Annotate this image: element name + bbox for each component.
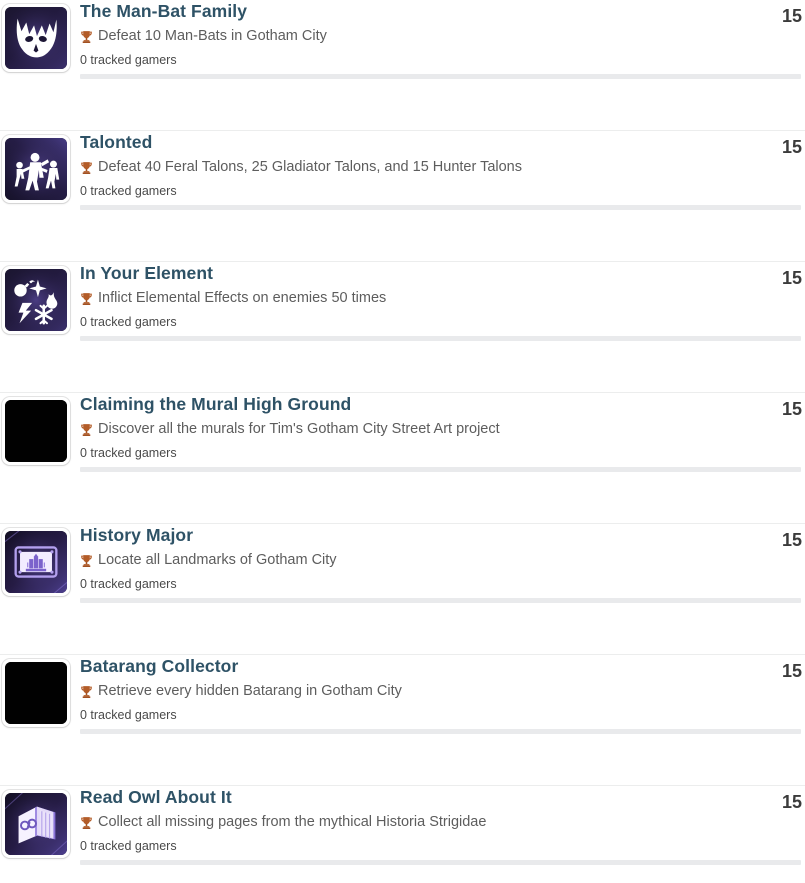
achievement-description: Inflict Elemental Effects on enemies 50 …	[98, 290, 387, 306]
achievement-list: The Man-Bat Family Defeat 10 Man-Bats in…	[0, 0, 805, 883]
achievement-description-row: Defeat 40 Feral Talons, 25 Gladiator Tal…	[80, 156, 745, 178]
achievement-icon-art	[5, 7, 67, 69]
achievement-icon[interactable]	[2, 4, 70, 72]
achievement-score: 15	[781, 399, 802, 419]
achievement-text-block: The Man-Bat Family Defeat 10 Man-Bats in…	[80, 0, 745, 69]
achievement-description: Discover all the murals for Tim's Gotham…	[98, 421, 500, 437]
tracked-gamers-count: 0 tracked gamers	[80, 53, 177, 67]
achievement-text-block: Claiming the Mural High Ground Discover …	[80, 393, 745, 462]
achievement-progress-bar	[80, 467, 801, 472]
achievement-text-block: Read Owl About It Collect all missing pa…	[80, 786, 745, 855]
achievement-progress-bar	[80, 74, 801, 79]
achievement-progress-bar	[80, 205, 801, 210]
achievement-row-2[interactable]: In Your Element Inflict Elemental Effect…	[0, 262, 805, 393]
achievement-icon-art	[5, 138, 67, 200]
achievement-description: Collect all missing pages from the mythi…	[98, 814, 487, 830]
achievement-title[interactable]: The Man-Bat Family	[80, 0, 745, 23]
achievement-title[interactable]: Claiming the Mural High Ground	[80, 393, 745, 416]
achievement-score: 15	[781, 792, 802, 812]
achievement-score: 15	[781, 268, 802, 288]
achievement-score: 15	[781, 137, 802, 157]
achievement-progress-bar	[80, 860, 801, 865]
achievement-title[interactable]: Talonted	[80, 131, 745, 154]
achievement-row-4[interactable]: History Major Locate all Landmarks of Go…	[0, 524, 805, 655]
achievement-description-row: Collect all missing pages from the mythi…	[80, 811, 745, 833]
achievement-title[interactable]: Batarang Collector	[80, 655, 745, 678]
achievement-text-block: History Major Locate all Landmarks of Go…	[80, 524, 745, 593]
trophy-icon	[80, 30, 93, 44]
achievement-description: Defeat 40 Feral Talons, 25 Gladiator Tal…	[98, 159, 522, 175]
achievement-row-0[interactable]: The Man-Bat Family Defeat 10 Man-Bats in…	[0, 0, 805, 131]
trophy-icon	[80, 685, 93, 699]
achievement-icon-art	[5, 269, 67, 331]
achievement-icon[interactable]	[2, 266, 70, 334]
tracked-gamers-count: 0 tracked gamers	[80, 446, 177, 460]
achievement-progress-bar	[80, 336, 801, 341]
achievement-row-1[interactable]: Talonted Defeat 40 Feral Talons, 25 Glad…	[0, 131, 805, 262]
trophy-icon	[80, 816, 93, 830]
achievement-description-row: Defeat 10 Man-Bats in Gotham City	[80, 25, 745, 47]
achievement-description-row: Retrieve every hidden Batarang in Gotham…	[80, 680, 745, 702]
achievement-text-block: Batarang Collector Retrieve every hidden…	[80, 655, 745, 724]
achievement-title[interactable]: Read Owl About It	[80, 786, 745, 809]
achievement-text-block: In Your Element Inflict Elemental Effect…	[80, 262, 745, 331]
achievement-icon[interactable]	[2, 135, 70, 203]
tracked-gamers-count: 0 tracked gamers	[80, 184, 177, 198]
achievement-score: 15	[781, 530, 802, 550]
achievement-progress-bar	[80, 729, 801, 734]
achievement-icon-art	[5, 531, 67, 593]
achievement-description: Retrieve every hidden Batarang in Gotham…	[98, 683, 402, 699]
trophy-icon	[80, 292, 93, 306]
achievement-icon-art	[5, 400, 67, 462]
achievement-text-block: Talonted Defeat 40 Feral Talons, 25 Glad…	[80, 131, 745, 200]
achievement-description: Locate all Landmarks of Gotham City	[98, 552, 337, 568]
achievement-score: 15	[781, 661, 802, 681]
achievement-icon[interactable]	[2, 790, 70, 858]
tracked-gamers-count: 0 tracked gamers	[80, 708, 177, 722]
achievement-description-row: Discover all the murals for Tim's Gotham…	[80, 418, 745, 440]
achievement-icon-art	[5, 662, 67, 724]
achievement-icon[interactable]	[2, 397, 70, 465]
achievement-title[interactable]: History Major	[80, 524, 745, 547]
achievement-description-row: Inflict Elemental Effects on enemies 50 …	[80, 287, 745, 309]
tracked-gamers-count: 0 tracked gamers	[80, 577, 177, 591]
achievement-description: Defeat 10 Man-Bats in Gotham City	[98, 28, 327, 44]
achievement-row-3[interactable]: Claiming the Mural High Ground Discover …	[0, 393, 805, 524]
achievement-title[interactable]: In Your Element	[80, 262, 745, 285]
achievement-row-5[interactable]: Batarang Collector Retrieve every hidden…	[0, 655, 805, 786]
tracked-gamers-count: 0 tracked gamers	[80, 315, 177, 329]
trophy-icon	[80, 423, 93, 437]
achievement-icon[interactable]	[2, 528, 70, 596]
achievement-progress-bar	[80, 598, 801, 603]
achievement-icon[interactable]	[2, 659, 70, 727]
achievement-description-row: Locate all Landmarks of Gotham City	[80, 549, 745, 571]
trophy-icon	[80, 554, 93, 568]
tracked-gamers-count: 0 tracked gamers	[80, 839, 177, 853]
trophy-icon	[80, 161, 93, 175]
achievement-score: 15	[781, 6, 802, 26]
achievement-row-6[interactable]: Read Owl About It Collect all missing pa…	[0, 786, 805, 883]
achievement-icon-art	[5, 793, 67, 855]
